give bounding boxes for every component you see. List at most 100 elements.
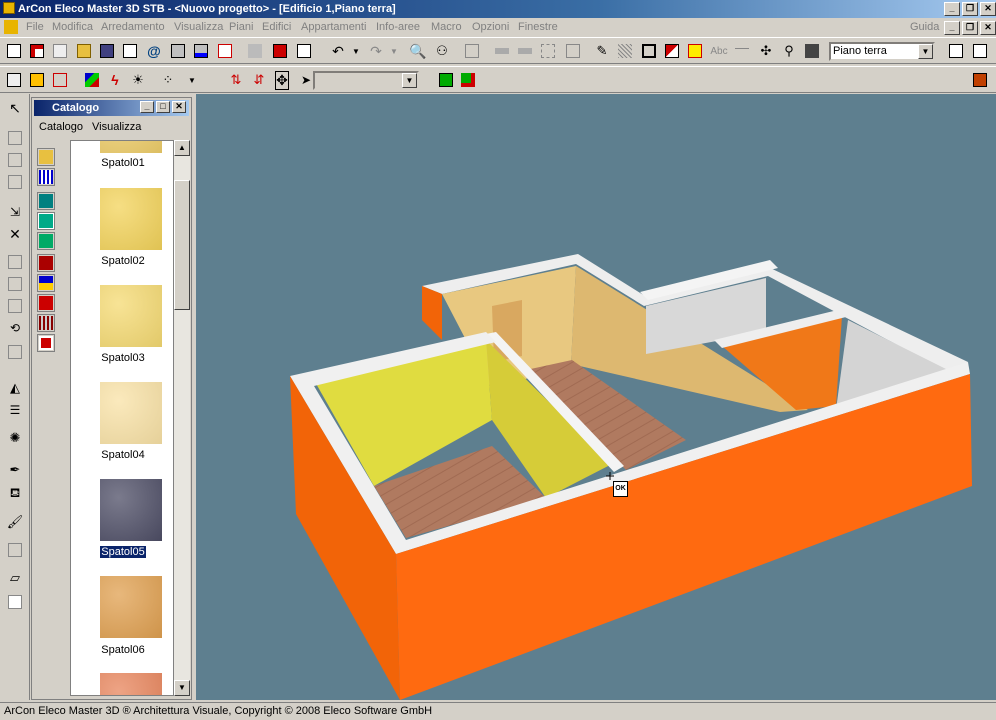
category-windows[interactable]	[37, 314, 55, 332]
menu-visualizza[interactable]: Visualizza	[174, 21, 223, 33]
height-down-button[interactable]: ⇵	[249, 70, 269, 90]
menu-modifica[interactable]: Modifica	[52, 21, 93, 33]
open-button[interactable]	[74, 41, 94, 61]
category-paint[interactable]	[37, 254, 55, 272]
light-tool[interactable]: ✺	[5, 428, 25, 448]
wall-tool[interactable]	[5, 150, 25, 170]
eraser-tool[interactable]: ▱	[5, 568, 25, 588]
redo-dropdown[interactable]: ▼	[384, 41, 404, 61]
category-images[interactable]	[37, 192, 55, 210]
plot-button[interactable]	[215, 41, 235, 61]
particles-button[interactable]: ⁘	[158, 70, 178, 90]
catalog-maximize-button[interactable]: □	[156, 101, 170, 113]
category-landscape[interactable]	[37, 232, 55, 250]
menu-guida[interactable]: Guida	[910, 21, 939, 33]
swatch-spatol03[interactable]	[100, 285, 162, 347]
new-button[interactable]	[4, 41, 24, 61]
scroll-down-button[interactable]: ▼	[174, 680, 190, 696]
category-textures[interactable]	[37, 212, 55, 230]
catalog-menu-visualizza[interactable]: Visualizza	[92, 121, 141, 133]
swatch-next[interactable]	[100, 673, 162, 695]
export-button[interactable]	[538, 41, 558, 61]
pointer-tool[interactable]: ↖	[5, 98, 25, 118]
email-button[interactable]: @	[144, 41, 164, 61]
furniture-button[interactable]	[436, 70, 456, 90]
copy-button[interactable]	[270, 41, 290, 61]
wall-snap-button[interactable]	[50, 70, 70, 90]
category-folder[interactable]	[37, 148, 55, 166]
scroll-up-button[interactable]: ▲	[174, 140, 190, 156]
title-bar[interactable]: ArCon Eleco Master 3D STB - <Nuovo proge…	[0, 0, 996, 18]
hpgl-button[interactable]	[563, 41, 583, 61]
app-icon[interactable]	[3, 2, 15, 14]
snap-mode-button[interactable]	[4, 70, 24, 90]
window-tool[interactable]	[5, 172, 25, 192]
menu-info-aree[interactable]: Info-aree	[376, 21, 420, 33]
print-button[interactable]	[168, 41, 188, 61]
column-tool[interactable]	[5, 296, 25, 316]
rotate-tool[interactable]: ⟲	[5, 318, 25, 338]
paste-button[interactable]	[294, 41, 314, 61]
3d-viewport[interactable]: OK	[196, 94, 996, 700]
view-top-button[interactable]	[639, 41, 659, 61]
furniture-options-button[interactable]	[458, 70, 478, 90]
swatch-spatol02[interactable]	[100, 188, 162, 250]
menu-edifici[interactable]: Edifici	[262, 21, 291, 33]
view-3d-button[interactable]	[662, 41, 682, 61]
menu-finestre[interactable]: Finestre	[518, 21, 558, 33]
menu-macro[interactable]: Macro	[431, 21, 462, 33]
undo-button[interactable]: ↶	[328, 41, 348, 61]
category-doors[interactable]	[37, 294, 55, 312]
object-snap-button[interactable]	[27, 70, 47, 90]
height-up-button[interactable]: ⇅	[226, 70, 246, 90]
minimize-button[interactable]: _	[944, 2, 960, 16]
floor-manager-button[interactable]	[946, 41, 966, 61]
align-tool[interactable]: ☰	[5, 400, 25, 420]
light-button[interactable]: ϟ	[105, 70, 125, 90]
menu-opzioni[interactable]: Opzioni	[472, 21, 509, 33]
render-button[interactable]	[685, 41, 705, 61]
hatch-button[interactable]: ✎	[592, 41, 612, 61]
app-menu-icon[interactable]	[4, 20, 18, 34]
swatch-spatol04[interactable]	[100, 382, 162, 444]
catalog-minimize-button[interactable]: _	[140, 101, 154, 113]
swatch-spatol01[interactable]	[100, 141, 162, 153]
category-materials[interactable]	[37, 274, 55, 292]
menu-appartamenti[interactable]: Appartamenti	[301, 21, 366, 33]
dimension-tool[interactable]: ⇲	[5, 202, 25, 222]
swatch-spatol06[interactable]	[100, 576, 162, 638]
zoom-button[interactable]: 🔍	[408, 41, 428, 61]
catalog-book-button[interactable]	[970, 41, 990, 61]
render-window-button[interactable]	[970, 70, 990, 90]
undo-dropdown[interactable]: ▼	[346, 41, 366, 61]
object-type-select[interactable]: ▼	[313, 71, 419, 90]
particles-dropdown[interactable]: ▼	[182, 70, 202, 90]
section-tool[interactable]	[5, 342, 25, 362]
camera-button[interactable]: ⚲	[779, 41, 799, 61]
print-preview-button[interactable]	[191, 41, 211, 61]
snap-button[interactable]: ✣	[756, 41, 776, 61]
catalog-list[interactable]: Spatol01 Spatol02 Spatol03 Spatol04 Spat…	[70, 140, 174, 696]
dimension-button[interactable]	[732, 41, 752, 61]
chevron-down-icon[interactable]: ▼	[918, 44, 933, 59]
cut-button[interactable]	[245, 41, 265, 61]
video-button[interactable]	[802, 41, 822, 61]
close-button[interactable]: ✕	[980, 2, 996, 16]
catalog-close-button[interactable]: ✕	[172, 101, 186, 113]
template-button[interactable]	[50, 41, 70, 61]
move-button[interactable]: ✥	[272, 70, 292, 90]
colors-button[interactable]	[82, 70, 102, 90]
save-button[interactable]	[97, 41, 117, 61]
doc-close-button[interactable]: ✕	[980, 21, 996, 35]
brush-tool[interactable]: 🖌	[5, 512, 25, 532]
text-button[interactable]: Abc	[709, 41, 729, 61]
stair-tool[interactable]	[5, 252, 25, 272]
pen-tool[interactable]: ✒	[5, 460, 25, 480]
walk-button[interactable]: ⚇	[432, 41, 452, 61]
catalog-menu-catalogo[interactable]: Catalogo	[39, 121, 83, 133]
mirror-tool[interactable]: ◭	[5, 378, 25, 398]
menu-arredamento[interactable]: Arredamento	[101, 21, 165, 33]
catalog-scrollbar[interactable]: ▲ ▼	[174, 140, 190, 696]
scroll-thumb[interactable]	[174, 180, 190, 310]
doc-minimize-button[interactable]: _	[944, 21, 960, 35]
